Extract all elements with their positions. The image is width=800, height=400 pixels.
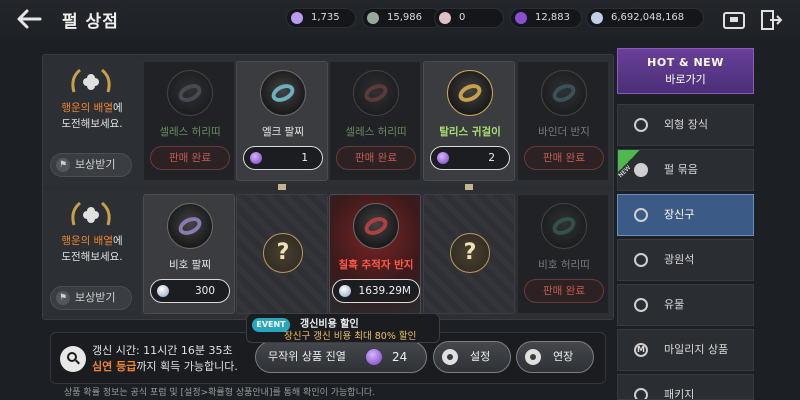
sidebar-item-costume[interactable]: 외형 장식 [617,104,754,146]
laurel-wreath-icon [71,201,111,226]
purple-gem-icon [366,349,382,365]
buy-price-button[interactable]: 1 [243,146,323,170]
gift-icon: ⚑ [56,291,70,305]
ring-icon [634,208,648,222]
shop-card[interactable]: 비호 팔찌 300 [143,194,235,314]
package-icon [634,388,648,399]
purple-gem-icon [437,152,449,164]
purple-gem-icon [250,152,262,164]
hidden-card[interactable]: ? [423,194,515,314]
item-name: 셀레스 허리띠 [345,126,407,138]
item-name: 비호 팔찌 [169,259,211,271]
ring-icon [353,203,399,249]
mileage-icon: M [634,343,648,357]
shop-card[interactable]: 바인더 반지 판매 완료 [517,61,609,181]
sold-out-badge: 판매 완료 [524,279,604,303]
sidebar-item-pearl-bundle[interactable]: NEW 펄 묶음 [617,149,754,191]
currency-value: 1,735 [311,12,340,23]
violet-orb-icon [515,12,527,24]
item-name: 바인더 반지 [538,126,590,138]
buy-price-button[interactable]: 300 [150,279,230,303]
search-icon[interactable] [60,346,86,372]
item-name: 칠흑 추적자 반지 [338,259,414,271]
sidebar-item-accessories[interactable]: 장신구 [617,194,754,236]
lucky-array-cell-2: 행운의 배열에 도전해보세요. ⚑ 보상받기 [44,191,139,319]
sidebar-item-relic[interactable]: 유물 [617,284,754,326]
shop-card[interactable]: 엘크 팔찌 1 [236,61,328,181]
exit-icon[interactable] [758,8,784,32]
random-display-button[interactable]: 무작위 상품 진열 24 [255,341,427,373]
gear-icon [442,349,458,365]
currency-value: 12,883 [535,12,570,23]
silver-coin-icon [157,285,169,297]
claim-reward-button[interactable]: ⚑ 보상받기 [50,286,132,310]
shop-card[interactable]: 탈리스 귀걸이 2 [423,61,515,181]
belt-icon [541,203,587,249]
shop-card[interactable]: 셀레스 허리띠 판매 완료 [329,61,421,181]
question-mark-icon: ? [450,233,490,273]
hot-new-banner[interactable]: HOT & NEW 바로가기 [617,48,754,94]
currency-purple-gem: 1,735 [286,8,356,28]
currency-value: 6,692,048,168 [611,12,685,23]
relic-icon [634,298,648,312]
laurel-wreath-icon [71,68,111,93]
silver-coin-icon [339,285,351,297]
belt-icon [353,70,399,116]
currency-green-orb: 15,986 [362,8,442,28]
buy-price-button[interactable]: 2 [430,146,510,170]
currency-silver-coin: 6,692,048,168 [586,8,704,28]
lucky-array-cell-1: 행운의 배열에 도전해보세요. ⚑ 보상받기 [44,58,139,186]
hidden-card[interactable]: ? [236,194,328,314]
purple-gem-icon [291,12,303,24]
item-name: 탈리스 귀걸이 [439,126,501,138]
pearl-bundle-icon [634,163,648,177]
grade-info: 심연 등급까지 획득 가능합니다. [92,360,238,373]
bracelet-icon [260,70,306,116]
green-orb-icon [367,12,379,24]
sold-out-badge: 판매 완료 [150,146,230,170]
bracelet-icon [167,203,213,249]
costume-icon [634,118,648,132]
item-name: 셀레스 허리띠 [159,126,221,138]
pink-pearl-icon [439,12,451,24]
probability-footnote: 상품 확률 정보는 공식 포럼 및 [설정>확률형 상품안내]를 통해 확인이 … [64,388,375,398]
earring-icon [447,70,493,116]
sold-out-badge: 판매 완료 [336,146,416,170]
buy-price-button[interactable]: 1639.29M [332,279,420,303]
sold-out-badge: 판매 완료 [524,146,604,170]
sidebar-item-package[interactable]: 패키지 [617,374,754,400]
refresh-timer: 갱신 시간: 11시간 16분 35초 [92,344,233,357]
item-name: 엘크 팔찌 [262,126,304,138]
extend-button[interactable]: 연장 [516,341,594,373]
shop-card[interactable]: 비호 허리띠 판매 완료 [517,194,609,314]
shop-card[interactable]: 셀레스 허리띠 판매 완료 [143,61,235,181]
inventory-icon[interactable] [721,8,747,32]
claim-reward-button[interactable]: ⚑ 보상받기 [50,153,132,177]
shop-card[interactable]: 칠흑 추적자 반지 1639.29M [329,194,421,314]
question-mark-icon: ? [263,233,303,273]
silver-coin-icon [591,12,603,24]
sidebar-item-mileage[interactable]: M 마일리지 상품 [617,329,754,371]
currency-violet-orb: 12,883 [510,8,582,28]
back-arrow-icon[interactable] [14,6,44,32]
sidebar-item-ore[interactable]: 광원석 [617,239,754,281]
ring-icon [541,70,587,116]
lucky-array-text: 행운의 배열에 도전해보세요. [61,102,123,130]
currency-pink-pearl: 0 [434,8,504,28]
page-title: 펄 상점 [62,12,119,32]
lucky-array-text: 행운의 배열에 도전해보세요. [61,235,123,263]
currency-value: 15,986 [387,12,422,23]
item-name: 비호 허리띠 [538,259,590,271]
ore-icon [634,253,648,267]
gift-icon: ⚑ [56,158,70,172]
event-description: 장신구 갱신 비용 최대 80% 할인 [284,331,417,342]
belt-icon [167,70,213,116]
gear-icon [525,349,541,365]
currency-value: 0 [459,12,466,23]
settings-button[interactable]: 설정 [433,341,511,373]
